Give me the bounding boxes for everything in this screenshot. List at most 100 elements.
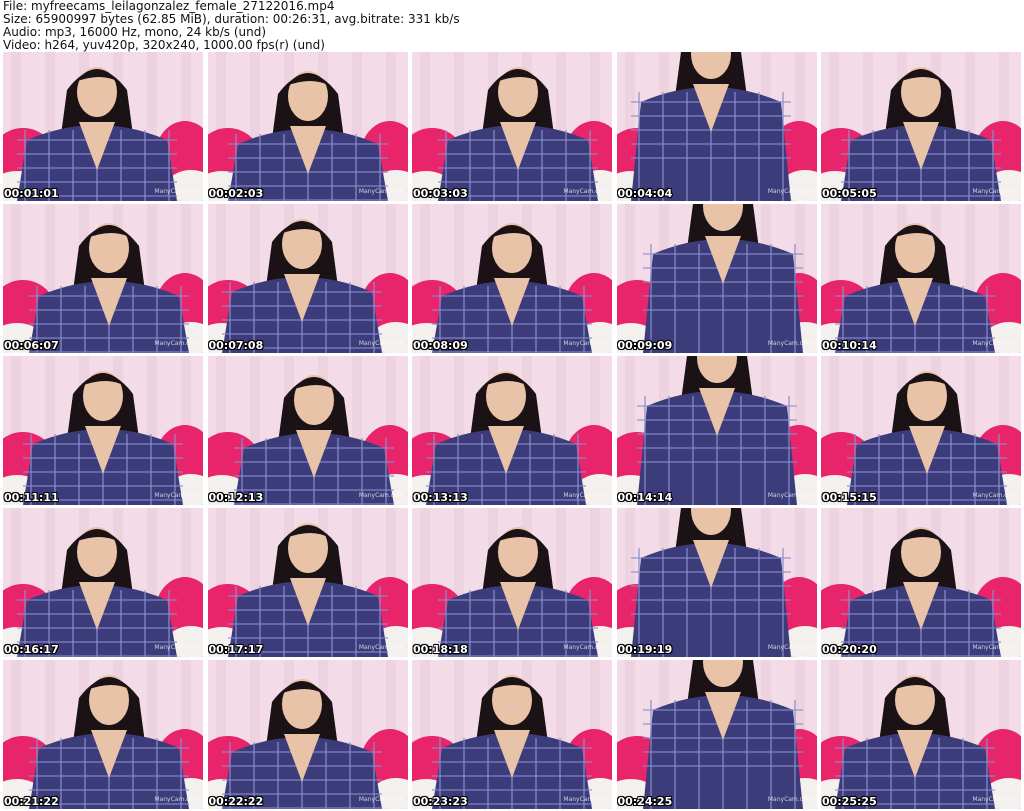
video-frame-thumbnail: ManyCam.com 00:03:03 xyxy=(412,52,612,201)
frame-timestamp: 00:22:22 xyxy=(208,795,264,808)
frame-image xyxy=(412,660,612,809)
video-frame-thumbnail: ManyCam.com 00:04:04 xyxy=(616,52,817,201)
frame-image xyxy=(616,204,817,353)
frame-image xyxy=(821,52,1021,201)
frame-timestamp: 00:11:11 xyxy=(4,491,59,504)
watermark-label: ManyCam.com xyxy=(154,492,199,499)
video-frame-thumbnail: ManyCam.com 00:15:15 xyxy=(821,356,1021,505)
video-frame-thumbnail: ManyCam.com 00:13:13 xyxy=(412,356,612,505)
frame-image xyxy=(412,508,612,657)
video-frame-thumbnail: ManyCam.com 00:16:17 xyxy=(3,508,203,657)
frame-timestamp: 00:16:17 xyxy=(4,643,59,656)
frame-image xyxy=(821,204,1021,353)
watermark-label: ManyCam.com xyxy=(972,340,1017,347)
frame-image xyxy=(3,356,203,505)
video-frame-thumbnail: ManyCam.com 00:24:25 xyxy=(616,660,817,809)
watermark-label: ManyCam.com xyxy=(358,492,404,499)
video-frame-thumbnail: ManyCam.com 00:20:20 xyxy=(821,508,1021,657)
frame-timestamp: 00:20:20 xyxy=(822,643,877,656)
frame-timestamp: 00:18:18 xyxy=(413,643,468,656)
frame-image xyxy=(821,660,1021,809)
video-info-line: Video: h264, yuv420p, 320x240, 1000.00 f… xyxy=(3,38,325,52)
frame-timestamp: 00:10:14 xyxy=(822,339,877,352)
frame-timestamp: 00:02:03 xyxy=(208,187,264,200)
frame-timestamp: 00:03:03 xyxy=(413,187,468,200)
watermark-label: ManyCam.com xyxy=(154,340,199,347)
video-frame-thumbnail: ManyCam.com 00:21:22 xyxy=(3,660,203,809)
watermark-label: ManyCam.com xyxy=(767,492,813,499)
watermark-label: ManyCam.com xyxy=(563,340,608,347)
frame-timestamp: 00:04:04 xyxy=(617,187,673,200)
frame-timestamp: 00:17:17 xyxy=(208,643,264,656)
watermark-label: ManyCam.com xyxy=(563,796,608,803)
frame-timestamp: 00:06:07 xyxy=(4,339,59,352)
frame-image xyxy=(616,52,817,201)
video-frame-thumbnail: ManyCam.com 00:07:08 xyxy=(207,204,408,353)
watermark-label: ManyCam.com xyxy=(972,492,1017,499)
frame-timestamp: 00:01:01 xyxy=(4,187,59,200)
frame-image xyxy=(207,52,408,201)
frame-timestamp: 00:09:09 xyxy=(617,339,673,352)
frame-image xyxy=(412,52,612,201)
watermark-label: ManyCam.com xyxy=(972,644,1017,651)
frame-timestamp: 00:12:13 xyxy=(208,491,264,504)
frame-image xyxy=(3,52,203,201)
video-frame-thumbnail: ManyCam.com 00:10:14 xyxy=(821,204,1021,353)
video-frame-thumbnail: ManyCam.com 00:08:09 xyxy=(412,204,612,353)
video-frame-thumbnail: ManyCam.com 00:09:09 xyxy=(616,204,817,353)
watermark-label: ManyCam.com xyxy=(358,796,404,803)
video-frame-thumbnail: ManyCam.com 00:02:03 xyxy=(207,52,408,201)
frame-timestamp: 00:08:09 xyxy=(413,339,468,352)
video-frame-thumbnail: ManyCam.com 00:17:17 xyxy=(207,508,408,657)
video-frame-thumbnail: ManyCam.com 00:19:19 xyxy=(616,508,817,657)
thumbnail-grid: ManyCam.com 00:01:01 ManyCam.com 00:02:03 Ma… xyxy=(3,52,1021,809)
frame-timestamp: 00:15:15 xyxy=(822,491,877,504)
frame-image xyxy=(3,204,203,353)
frame-timestamp: 00:19:19 xyxy=(617,643,673,656)
frame-image xyxy=(821,356,1021,505)
video-frame-thumbnail: ManyCam.com 00:14:14 xyxy=(616,356,817,505)
watermark-label: ManyCam.com xyxy=(154,644,199,651)
frame-timestamp: 00:23:23 xyxy=(413,795,468,808)
frame-image xyxy=(207,356,408,505)
watermark-label: ManyCam.com xyxy=(358,340,404,347)
video-frame-thumbnail: ManyCam.com 00:18:18 xyxy=(412,508,612,657)
watermark-label: ManyCam.com xyxy=(563,492,608,499)
watermark-label: ManyCam.com xyxy=(972,796,1017,803)
video-frame-thumbnail: ManyCam.com 00:11:11 xyxy=(3,356,203,505)
frame-timestamp: 00:05:05 xyxy=(822,187,877,200)
watermark-label: ManyCam.com xyxy=(563,644,608,651)
frame-image xyxy=(821,508,1021,657)
watermark-label: ManyCam.com xyxy=(767,796,813,803)
watermark-label: ManyCam.com xyxy=(767,644,813,651)
frame-timestamp: 00:07:08 xyxy=(208,339,264,352)
video-frame-thumbnail: ManyCam.com 00:23:23 xyxy=(412,660,612,809)
frame-image xyxy=(3,508,203,657)
watermark-label: ManyCam.com xyxy=(563,188,608,195)
video-frame-thumbnail: ManyCam.com 00:12:13 xyxy=(207,356,408,505)
video-frame-thumbnail: ManyCam.com 00:01:01 xyxy=(3,52,203,201)
frame-timestamp: 00:13:13 xyxy=(413,491,468,504)
watermark-label: ManyCam.com xyxy=(154,796,199,803)
video-frame-thumbnail: ManyCam.com 00:22:22 xyxy=(207,660,408,809)
frame-image xyxy=(207,660,408,809)
frame-timestamp: 00:14:14 xyxy=(617,491,673,504)
frame-image xyxy=(616,660,817,809)
video-frame-thumbnail: ManyCam.com 00:05:05 xyxy=(821,52,1021,201)
watermark-label: ManyCam.com xyxy=(972,188,1017,195)
watermark-label: ManyCam.com xyxy=(767,340,813,347)
frame-image xyxy=(616,508,817,657)
frame-image xyxy=(207,508,408,657)
frame-timestamp: 00:25:25 xyxy=(822,795,877,808)
frame-timestamp: 00:24:25 xyxy=(617,795,673,808)
watermark-label: ManyCam.com xyxy=(767,188,813,195)
frame-image xyxy=(616,356,817,505)
frame-timestamp: 00:21:22 xyxy=(4,795,59,808)
watermark-label: ManyCam.com xyxy=(154,188,199,195)
watermark-label: ManyCam.com xyxy=(358,188,404,195)
frame-image xyxy=(412,356,612,505)
watermark-label: ManyCam.com xyxy=(358,644,404,651)
video-frame-thumbnail: ManyCam.com 00:06:07 xyxy=(3,204,203,353)
file-info-header: File: myfreecams_leilagonzalez_female_27… xyxy=(3,0,1021,52)
frame-image xyxy=(207,204,408,353)
